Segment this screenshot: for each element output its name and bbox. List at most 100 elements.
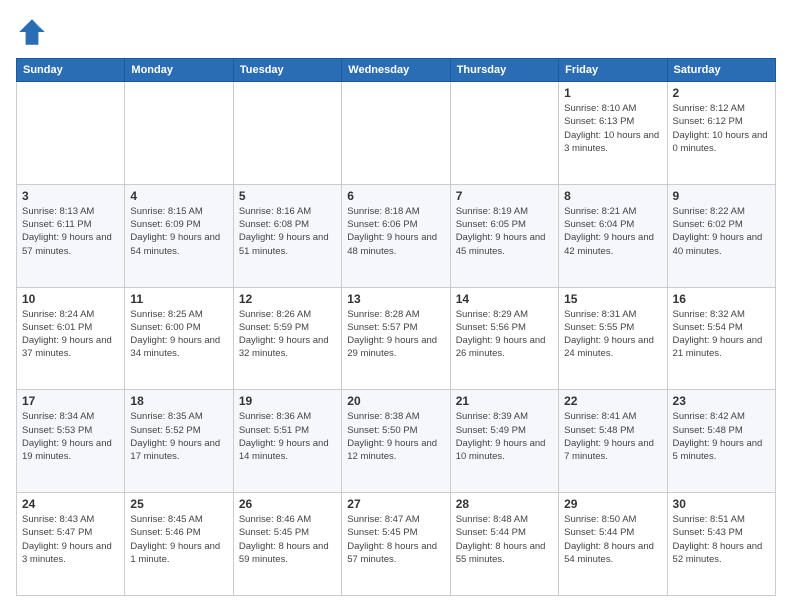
day-info: Sunrise: 8:36 AMSunset: 5:51 PMDaylight:…: [239, 410, 336, 463]
day-info: Sunrise: 8:16 AMSunset: 6:08 PMDaylight:…: [239, 205, 336, 258]
day-number: 21: [456, 394, 553, 408]
calendar-cell-5-3: 26Sunrise: 8:46 AMSunset: 5:45 PMDayligh…: [233, 493, 341, 596]
day-number: 12: [239, 292, 336, 306]
page: SundayMondayTuesdayWednesdayThursdayFrid…: [0, 0, 792, 612]
day-info: Sunrise: 8:10 AMSunset: 6:13 PMDaylight:…: [564, 102, 661, 155]
day-info: Sunrise: 8:34 AMSunset: 5:53 PMDaylight:…: [22, 410, 119, 463]
calendar-header-wednesday: Wednesday: [342, 59, 450, 82]
day-number: 23: [673, 394, 770, 408]
day-number: 30: [673, 497, 770, 511]
calendar-cell-1-2: [125, 82, 233, 185]
calendar-week-1: 1Sunrise: 8:10 AMSunset: 6:13 PMDaylight…: [17, 82, 776, 185]
day-info: Sunrise: 8:22 AMSunset: 6:02 PMDaylight:…: [673, 205, 770, 258]
day-info: Sunrise: 8:42 AMSunset: 5:48 PMDaylight:…: [673, 410, 770, 463]
calendar-cell-3-1: 10 Sunrise: 8:24 AMSunset: 6:01 PMDayligh…: [17, 287, 125, 390]
day-info: Sunrise: 8:48 AMSunset: 5:44 PMDaylight:…: [456, 513, 553, 566]
day-info: Sunrise: 8:12 AMSunset: 6:12 PMDaylight:…: [673, 102, 770, 155]
calendar-cell-4-7: 23 Sunrise: 8:42 AMSunset: 5:48 PMDayligh…: [667, 390, 775, 493]
calendar-cell-2-4: 6Sunrise: 8:18 AMSunset: 6:06 PMDaylight…: [342, 184, 450, 287]
calendar-cell-4-1: 17 Sunrise: 8:34 AMSunset: 5:53 PMDayligh…: [17, 390, 125, 493]
calendar-cell-1-7: 2 Sunrise: 8:12 AMSunset: 6:12 PMDaylight…: [667, 82, 775, 185]
day-info: Sunrise: 8:28 AMSunset: 5:57 PMDaylight:…: [347, 308, 444, 361]
day-number: 3: [22, 189, 119, 203]
day-info: Sunrise: 8:13 AMSunset: 6:11 PMDaylight:…: [22, 205, 119, 258]
day-info: Sunrise: 8:24 AMSunset: 6:01 PMDaylight:…: [22, 308, 119, 361]
calendar-cell-4-5: 21 Sunrise: 8:39 AMSunset: 5:49 PMDayligh…: [450, 390, 558, 493]
day-number: 24: [22, 497, 119, 511]
calendar-cell-2-3: 5 Sunrise: 8:16 AMSunset: 6:08 PMDaylight…: [233, 184, 341, 287]
day-number: 15: [564, 292, 661, 306]
day-number: 2: [673, 86, 770, 100]
day-info: Sunrise: 8:38 AMSunset: 5:50 PMDaylight:…: [347, 410, 444, 463]
calendar-header-saturday: Saturday: [667, 59, 775, 82]
calendar-cell-2-2: 4 Sunrise: 8:15 AMSunset: 6:09 PMDaylight…: [125, 184, 233, 287]
calendar-cell-5-4: 27 Sunrise: 8:47 AMSunset: 5:45 PMDayligh…: [342, 493, 450, 596]
day-number: 27: [347, 497, 444, 511]
day-info: Sunrise: 8:32 AMSunset: 5:54 PMDaylight:…: [673, 308, 770, 361]
day-info: Sunrise: 8:45 AMSunset: 5:46 PMDaylight:…: [130, 513, 227, 566]
day-number: 22: [564, 394, 661, 408]
calendar-week-5: 24 Sunrise: 8:43 AMSunset: 5:47 PMDayligh…: [17, 493, 776, 596]
day-info: Sunrise: 8:35 AMSunset: 5:52 PMDaylight:…: [130, 410, 227, 463]
day-number: 8: [564, 189, 661, 203]
calendar-cell-3-4: 13 Sunrise: 8:28 AMSunset: 5:57 PMDayligh…: [342, 287, 450, 390]
calendar-header-thursday: Thursday: [450, 59, 558, 82]
calendar-cell-5-6: 29 Sunrise: 8:50 AMSunset: 5:44 PMDayligh…: [559, 493, 667, 596]
day-number: 17: [22, 394, 119, 408]
day-number: 4: [130, 189, 227, 203]
calendar-cell-2-5: 7Sunrise: 8:19 AMSunset: 6:05 PMDaylight…: [450, 184, 558, 287]
day-info: Sunrise: 8:47 AMSunset: 5:45 PMDaylight:…: [347, 513, 444, 566]
calendar-cell-1-3: [233, 82, 341, 185]
day-info: Sunrise: 8:51 AMSunset: 5:43 PMDaylight:…: [673, 513, 770, 566]
calendar-week-4: 17 Sunrise: 8:34 AMSunset: 5:53 PMDayligh…: [17, 390, 776, 493]
calendar-cell-5-7: 30 Sunrise: 8:51 AMSunset: 5:43 PMDayligh…: [667, 493, 775, 596]
calendar-week-2: 3 Sunrise: 8:13 AMSunset: 6:11 PMDaylight…: [17, 184, 776, 287]
calendar-cell-5-1: 24 Sunrise: 8:43 AMSunset: 5:47 PMDayligh…: [17, 493, 125, 596]
calendar-cell-2-1: 3 Sunrise: 8:13 AMSunset: 6:11 PMDaylight…: [17, 184, 125, 287]
day-number: 19: [239, 394, 336, 408]
day-number: 13: [347, 292, 444, 306]
day-info: Sunrise: 8:39 AMSunset: 5:49 PMDaylight:…: [456, 410, 553, 463]
day-number: 10: [22, 292, 119, 306]
calendar-cell-5-5: 28 Sunrise: 8:48 AMSunset: 5:44 PMDayligh…: [450, 493, 558, 596]
calendar-cell-5-2: 25 Sunrise: 8:45 AMSunset: 5:46 PMDayligh…: [125, 493, 233, 596]
calendar-cell-1-6: 1Sunrise: 8:10 AMSunset: 6:13 PMDaylight…: [559, 82, 667, 185]
calendar-cell-1-5: [450, 82, 558, 185]
day-number: 9: [673, 189, 770, 203]
day-info: Sunrise: 8:31 AMSunset: 5:55 PMDaylight:…: [564, 308, 661, 361]
logo: [16, 16, 52, 48]
day-number: 20: [347, 394, 444, 408]
header: [16, 16, 776, 48]
day-info: Sunrise: 8:43 AMSunset: 5:47 PMDaylight:…: [22, 513, 119, 566]
day-info: Sunrise: 8:15 AMSunset: 6:09 PMDaylight:…: [130, 205, 227, 258]
calendar-cell-3-7: 16 Sunrise: 8:32 AMSunset: 5:54 PMDayligh…: [667, 287, 775, 390]
day-info: Sunrise: 8:21 AMSunset: 6:04 PMDaylight:…: [564, 205, 661, 258]
day-number: 29: [564, 497, 661, 511]
day-info: Sunrise: 8:29 AMSunset: 5:56 PMDaylight:…: [456, 308, 553, 361]
day-number: 5: [239, 189, 336, 203]
calendar-cell-1-1: [17, 82, 125, 185]
logo-icon: [16, 16, 48, 48]
calendar-header-monday: Monday: [125, 59, 233, 82]
day-number: 26: [239, 497, 336, 511]
calendar-cell-2-7: 9 Sunrise: 8:22 AMSunset: 6:02 PMDaylight…: [667, 184, 775, 287]
calendar-cell-4-6: 22Sunrise: 8:41 AMSunset: 5:48 PMDayligh…: [559, 390, 667, 493]
day-number: 14: [456, 292, 553, 306]
calendar-table: SundayMondayTuesdayWednesdayThursdayFrid…: [16, 58, 776, 596]
calendar-header-row: SundayMondayTuesdayWednesdayThursdayFrid…: [17, 59, 776, 82]
day-number: 25: [130, 497, 227, 511]
calendar-cell-3-2: 11 Sunrise: 8:25 AMSunset: 6:00 PMDayligh…: [125, 287, 233, 390]
day-info: Sunrise: 8:50 AMSunset: 5:44 PMDaylight:…: [564, 513, 661, 566]
day-number: 11: [130, 292, 227, 306]
day-number: 28: [456, 497, 553, 511]
calendar-cell-1-4: [342, 82, 450, 185]
calendar-cell-4-2: 18 Sunrise: 8:35 AMSunset: 5:52 PMDayligh…: [125, 390, 233, 493]
calendar-header-sunday: Sunday: [17, 59, 125, 82]
calendar-header-tuesday: Tuesday: [233, 59, 341, 82]
day-number: 18: [130, 394, 227, 408]
day-number: 16: [673, 292, 770, 306]
calendar-week-3: 10 Sunrise: 8:24 AMSunset: 6:01 PMDayligh…: [17, 287, 776, 390]
calendar-cell-4-3: 19 Sunrise: 8:36 AMSunset: 5:51 PMDayligh…: [233, 390, 341, 493]
day-info: Sunrise: 8:25 AMSunset: 6:00 PMDaylight:…: [130, 308, 227, 361]
calendar-cell-3-5: 14 Sunrise: 8:29 AMSunset: 5:56 PMDayligh…: [450, 287, 558, 390]
